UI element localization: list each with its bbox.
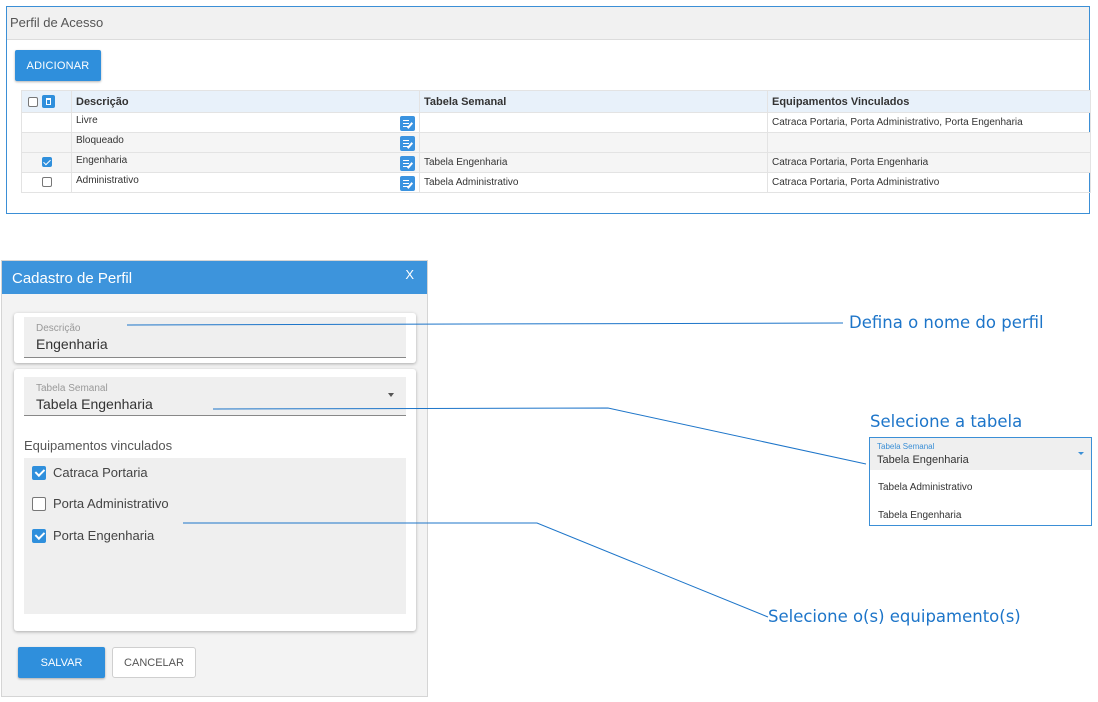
annotation-lines [126,322,867,618]
chevron-down-icon [1078,452,1084,455]
dropdown-label: Tabela Semanal [877,442,935,451]
dropdown-field[interactable]: Tabela Semanal Tabela Engenharia [870,438,1091,470]
dropdown-option[interactable]: Tabela Engenharia [878,510,961,521]
dropdown-option[interactable]: Tabela Administrativo [878,482,973,493]
tabela-dropdown-example: Tabela Semanal Tabela Engenharia Tabela … [869,437,1092,526]
annotation-line-tabela [212,407,867,465]
annotation-tabela: Selecione a tabela [870,412,1023,431]
annotation-equipamentos: Selecione o(s) equipamento(s) [768,607,1021,626]
annotation-nome: Defina o nome do perfil [849,313,1044,332]
annotation-line-equipamentos [183,522,769,618]
annotation-line-nome [126,322,844,326]
dropdown-value: Tabela Engenharia [877,454,969,466]
